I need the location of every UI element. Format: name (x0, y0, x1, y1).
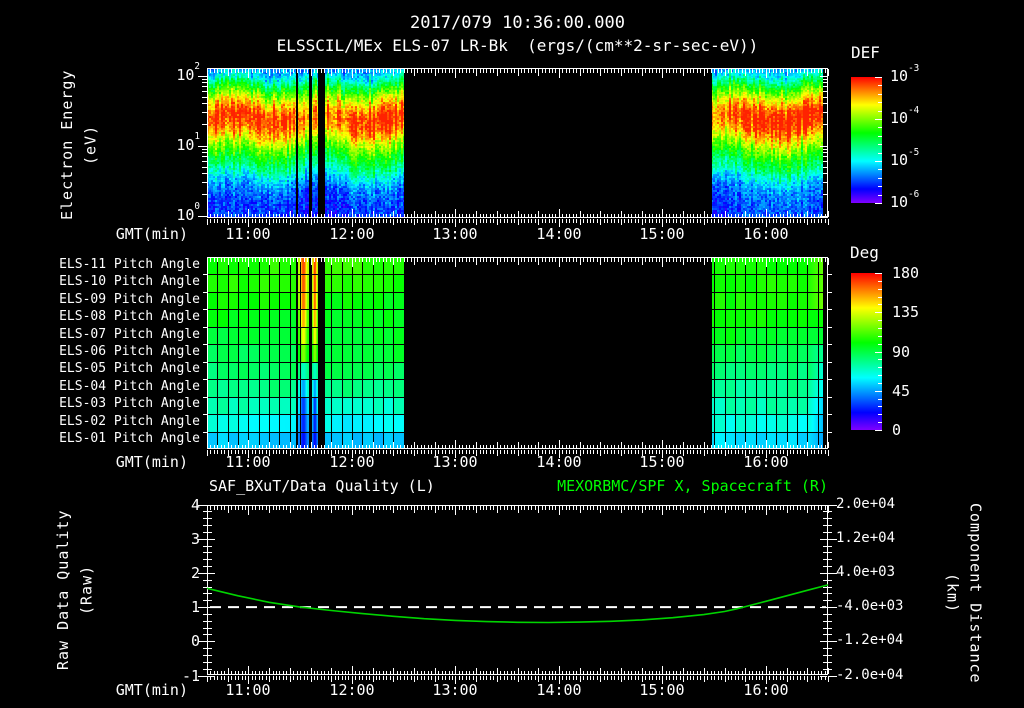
deg-tick-label: 135 (892, 303, 920, 322)
quality-left-tick-label: 0 (190, 632, 200, 651)
quality-left-tick-label: -1 (181, 666, 200, 685)
axis-ticks (198, 69, 882, 684)
time-tick-label: 11:00 (225, 225, 271, 243)
deg-tick-label: 0 (892, 421, 902, 439)
pitch-row-label: ELS-11 Pitch Angle (59, 257, 200, 272)
energy-tick-label: 100 (176, 201, 200, 224)
time-tick-label: 11:00 (225, 453, 271, 471)
time-tick-label: 11:00 (225, 681, 271, 699)
gmt-axis-label-0: GMT(min) (115, 225, 188, 243)
pitch-row-label: ELS-08 Pitch Angle (59, 309, 200, 324)
time-tick-label: 16:00 (743, 453, 789, 471)
time-tick-label: 15:00 (639, 225, 685, 243)
pitch-row-label: ELS-04 Pitch Angle (59, 379, 200, 394)
time-tick-label: 12:00 (329, 681, 375, 699)
time-tick-label: 12:00 (329, 225, 375, 243)
time-tick-label: 15:00 (639, 681, 685, 699)
distance-right-tick-label: -2.0e+04 (836, 666, 904, 683)
time-tick-label: 14:00 (536, 681, 582, 699)
spacecraft-x-curve (206, 584, 829, 624)
deg-tick-label: 90 (892, 342, 911, 361)
quality-left-tick-label: 1 (190, 598, 200, 617)
panel-border-1 (207, 257, 828, 449)
quality-left-tick-label: 2 (190, 563, 200, 582)
distance-right-tick-label: 4.0e+03 (836, 563, 896, 580)
gmt-axis-label-1: GMT(min) (115, 453, 188, 471)
time-tick-label: 13:00 (432, 453, 478, 471)
gmt-axis-label-2: GMT(min) (115, 681, 188, 699)
distance-right-tick-label: 1.2e+04 (836, 529, 896, 546)
def-tick-label: 10-4 (890, 104, 920, 127)
pitch-row-label: ELS-09 Pitch Angle (59, 292, 200, 307)
pitch-row-label: ELS-02 Pitch Angle (59, 414, 200, 429)
time-tick-label: 13:00 (432, 681, 478, 699)
pitch-row-label: ELS-06 Pitch Angle (59, 344, 200, 359)
time-tick-label: 15:00 (639, 453, 685, 471)
time-tick-label: 16:00 (743, 225, 789, 243)
deg-tick-label: 180 (892, 264, 920, 282)
pitch-row-label: ELS-03 Pitch Angle (59, 396, 200, 411)
time-tick-label: 12:00 (329, 453, 375, 471)
def-tick-label: 10-5 (890, 146, 920, 169)
time-tick-label: 13:00 (432, 225, 478, 243)
quality-left-tick-label: 3 (190, 529, 200, 548)
time-tick-label: 14:00 (536, 453, 582, 471)
plot-page: 2017/079 10:36:00.000 ELSSCIL/MEx ELS-07… (0, 0, 1024, 708)
distance-right-tick-label: -1.2e+04 (836, 632, 904, 649)
quality-left-tick-label: 4 (190, 495, 200, 514)
def-tick-label: 10-3 (890, 62, 920, 85)
pitch-row-label: ELS-10 Pitch Angle (59, 274, 200, 289)
panel-border-2 (207, 505, 828, 675)
deg-tick-label: 45 (892, 381, 911, 400)
energy-tick-label: 101 (176, 131, 200, 154)
pitch-row-label: ELS-05 Pitch Angle (59, 361, 200, 376)
distance-right-tick-label: 2.0e+04 (836, 495, 896, 512)
panel-border-0 (207, 68, 828, 218)
def-tick-label: 10-6 (890, 188, 920, 211)
pitch-row-label: ELS-07 Pitch Angle (59, 327, 200, 342)
time-tick-label: 16:00 (743, 681, 789, 699)
energy-tick-label: 102 (176, 61, 200, 84)
distance-right-tick-label: -4.0e+03 (836, 598, 904, 615)
time-tick-label: 14:00 (536, 225, 582, 243)
pitch-row-label: ELS-01 Pitch Angle (59, 431, 200, 446)
